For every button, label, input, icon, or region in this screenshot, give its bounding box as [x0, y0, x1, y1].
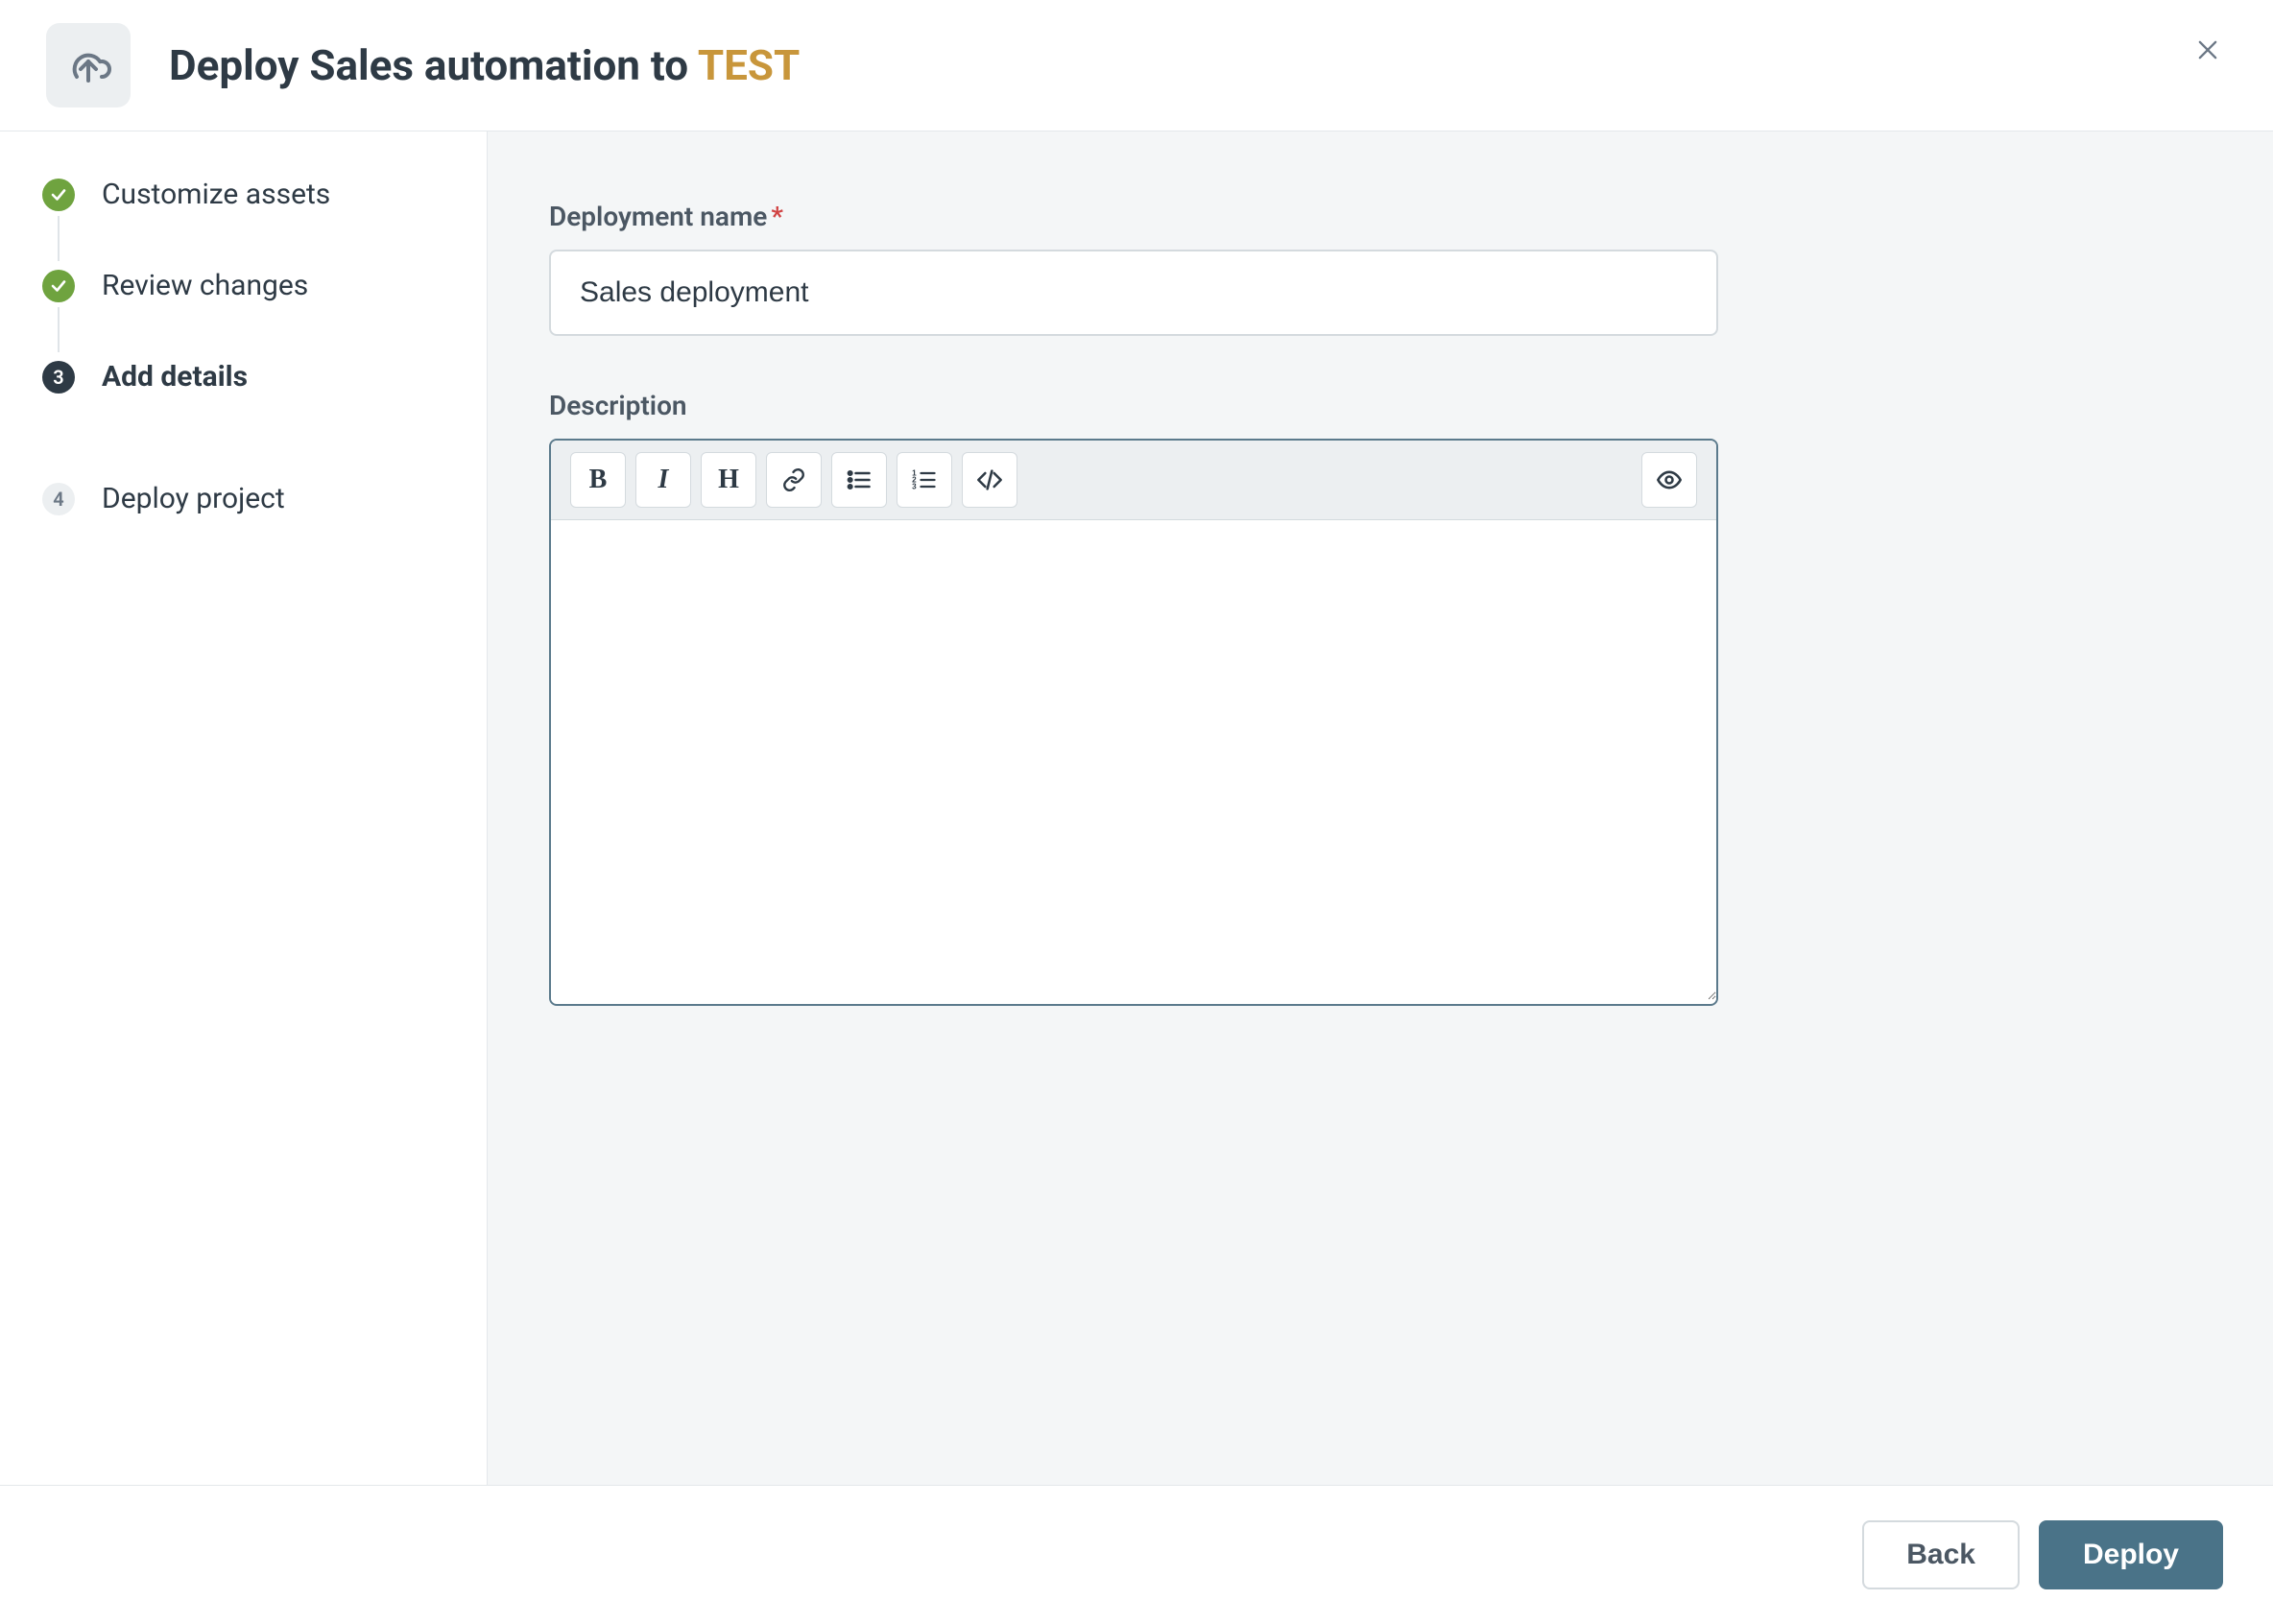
- editor-toolbar: B I H: [551, 441, 1716, 520]
- heading-button[interactable]: H: [701, 452, 756, 508]
- step-label: Customize assets: [102, 178, 330, 211]
- ordered-list-icon: 1 2 3: [911, 466, 938, 493]
- close-button[interactable]: [2189, 31, 2227, 69]
- code-button[interactable]: [962, 452, 1017, 508]
- dialog-title-env: TEST: [698, 40, 800, 90]
- step-deploy-project[interactable]: 4 Deploy project: [42, 451, 444, 515]
- back-button[interactable]: Back: [1862, 1520, 2020, 1589]
- dialog-header: Deploy Sales automation to TEST: [0, 0, 2273, 131]
- bullet-list-button[interactable]: [831, 452, 887, 508]
- dialog-footer: Back Deploy: [0, 1485, 2273, 1624]
- step-number-icon: 4: [42, 483, 75, 515]
- link-button[interactable]: [766, 452, 822, 508]
- check-icon: [42, 270, 75, 302]
- deployment-name-input[interactable]: [549, 250, 1718, 336]
- description-editor: B I H: [549, 439, 1718, 1006]
- required-indicator: *: [771, 201, 783, 232]
- close-icon: [2194, 36, 2221, 63]
- bullet-list-icon: [846, 466, 873, 493]
- code-icon: [976, 466, 1003, 493]
- link-icon: [781, 467, 806, 492]
- svg-text:3: 3: [912, 482, 917, 490]
- dialog-title-prefix: Deploy Sales automation to: [169, 40, 698, 90]
- italic-button[interactable]: I: [635, 452, 691, 508]
- step-number-icon: 3: [42, 361, 75, 394]
- step-label: Add details: [102, 360, 248, 394]
- description-textarea[interactable]: [551, 520, 1716, 1000]
- deploy-button[interactable]: Deploy: [2039, 1520, 2223, 1589]
- deployment-name-label: Deployment name*: [549, 201, 1718, 232]
- step-review-changes[interactable]: Review changes: [42, 269, 444, 360]
- deploy-icon: [46, 23, 131, 107]
- check-icon: [42, 179, 75, 211]
- bold-button[interactable]: B: [570, 452, 626, 508]
- eye-icon: [1656, 466, 1683, 493]
- step-label: Deploy project: [102, 482, 285, 515]
- step-customize-assets[interactable]: Customize assets: [42, 178, 444, 269]
- wizard-sidebar: Customize assets Review changes 3 Add de…: [0, 131, 488, 1485]
- ordered-list-button[interactable]: 1 2 3: [897, 452, 952, 508]
- step-label: Review changes: [102, 269, 308, 302]
- dialog-title: Deploy Sales automation to TEST: [169, 40, 800, 90]
- main-panel: Deployment name* Description B I H: [488, 131, 2273, 1485]
- description-label: Description: [549, 390, 1718, 421]
- preview-button[interactable]: [1641, 452, 1697, 508]
- step-add-details[interactable]: 3 Add details: [42, 360, 444, 451]
